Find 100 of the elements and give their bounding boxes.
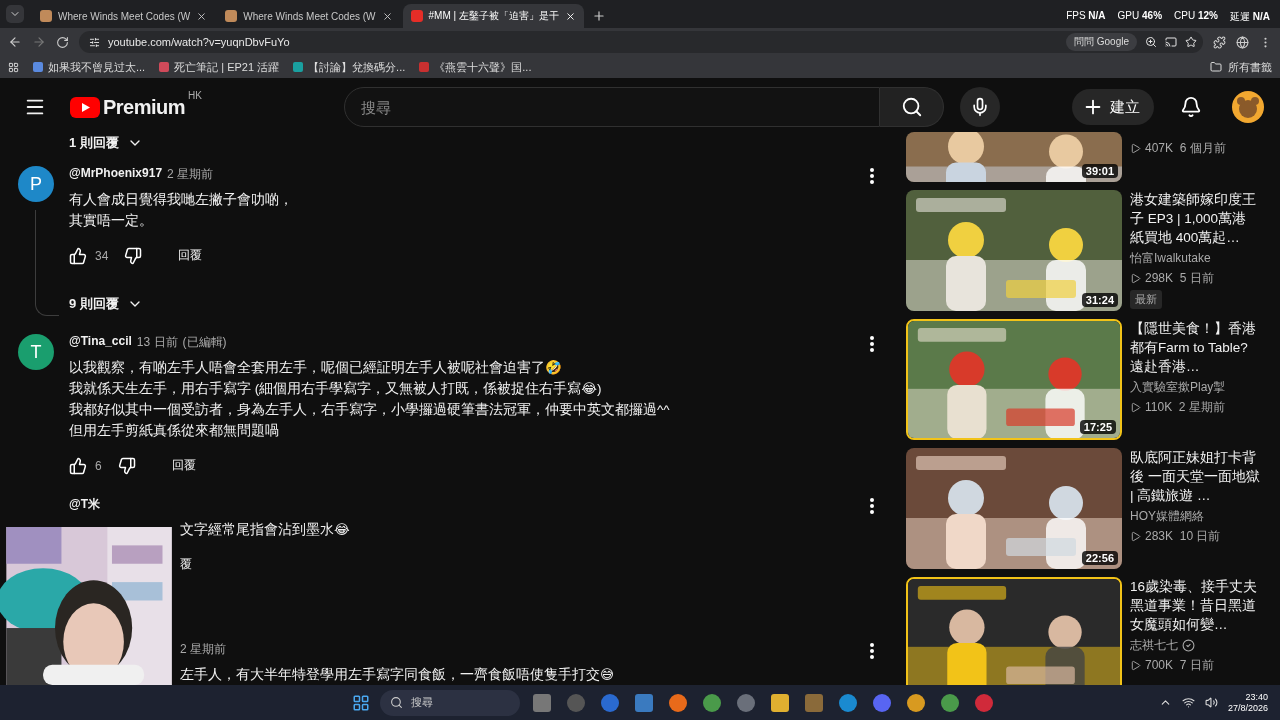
video-thumbnail[interactable]: 31:24	[906, 190, 1122, 311]
app-icon[interactable]	[873, 693, 891, 712]
bookmark-item[interactable]: 如果我不曾見过太...	[33, 59, 146, 75]
close-icon[interactable]	[196, 10, 208, 22]
app-icon[interactable]	[635, 693, 653, 712]
like-count: 34	[95, 248, 109, 263]
play-icon	[1130, 660, 1141, 671]
comment-text: 有人會成日覺得我哋左撇子會叻啲，	[69, 191, 294, 209]
user-avatar[interactable]	[1232, 91, 1264, 123]
app-icon[interactable]	[703, 693, 721, 712]
comment-text: 左手人，有大半年特登學用左手寫字同食飯，一齊食飯唔使隻手打交😅	[180, 666, 616, 684]
play-icon	[1130, 531, 1141, 542]
app-icon[interactable]	[771, 693, 789, 712]
extensions-icon[interactable]	[1213, 35, 1226, 49]
video-stats: 110K 2 星期前	[1145, 399, 1225, 416]
browser-tab[interactable]: #MM | 左鑿子被「迫害」是干	[402, 4, 584, 28]
reload-icon[interactable]	[56, 35, 69, 49]
comment-text: 以我觀察，有啲左手人唔會全套用左手，呢個已經証明左手人被呢社會迫害了🤣	[69, 359, 563, 377]
more-icon	[870, 643, 874, 659]
app-icon[interactable]	[907, 693, 925, 712]
start-icon[interactable]	[352, 693, 370, 712]
overlay-stat: CPU 12%	[1174, 10, 1218, 23]
overlay-stat: FPS N/A	[1066, 10, 1106, 23]
video-title[interactable]: 港女建築師嫁印度王子 EP3 | 1,000萬港紙買地 400萬起…	[1130, 190, 1260, 247]
create-button[interactable]: 建立	[1072, 89, 1154, 125]
bell-icon	[1180, 96, 1202, 118]
comment-text: 其實唔一定。	[69, 212, 154, 230]
like-icon[interactable]	[69, 456, 87, 475]
more-button[interactable]	[870, 168, 874, 184]
app-icon[interactable]	[533, 693, 551, 712]
app-icon[interactable]	[941, 693, 959, 712]
comment-text: 文字經常尾指會沾到墨水😂	[180, 521, 351, 539]
clock[interactable]: 23:40 27/8/2026	[1227, 691, 1268, 714]
cast-icon[interactable]	[1165, 36, 1177, 48]
channel-name[interactable]: 怡富Iwalkutake	[1130, 250, 1270, 267]
back-icon[interactable]	[8, 35, 22, 49]
app-icon[interactable]	[839, 693, 857, 712]
close-icon[interactable]	[564, 10, 576, 22]
more-icon	[870, 168, 874, 184]
bookmark-item[interactable]: 死亡筆記 | EP21 活躍	[159, 59, 280, 75]
all-bookmarks-item[interactable]: 所有書籤	[1228, 59, 1272, 75]
user-avatar: P	[18, 166, 54, 202]
video-title[interactable]: 臥底阿正妹姐打卡背後 一面天堂一面地獄 | 高鐵旅遊 …	[1130, 448, 1260, 505]
search-field[interactable]: 搜尋	[344, 87, 880, 127]
zoom-icon[interactable]	[1145, 36, 1157, 48]
dislike-icon[interactable]	[117, 456, 136, 475]
video-title[interactable]: 16歲染毒、接手丈夫黑道事業！昔日黑道女魔頭如何變…	[1130, 577, 1260, 634]
user-avatar: T	[18, 334, 54, 370]
more-button[interactable]	[870, 498, 874, 514]
play-icon	[1130, 402, 1141, 413]
search-icon	[900, 96, 923, 118]
tab-favicon-icon	[40, 10, 52, 22]
channel-name[interactable]: 入實驗室撳Play掣	[1130, 379, 1270, 396]
more-button[interactable]	[870, 643, 874, 659]
comment-author[interactable]: @MrPhoenix917	[69, 166, 163, 183]
browser-tab[interactable]: Where Winds Meet Codes (W	[32, 4, 216, 28]
comment-author[interactable]: @T米	[69, 496, 101, 513]
video-thumbnail[interactable]: 17:25	[906, 319, 1122, 440]
channel-name[interactable]: HOY媒體網絡	[1130, 508, 1270, 525]
video-thumbnail[interactable]: 39:01	[906, 132, 1122, 182]
taskbar-search[interactable]: 搜尋	[380, 689, 520, 716]
network-icon	[1181, 696, 1195, 709]
play-icon	[1130, 143, 1141, 154]
reply-button[interactable]: 覆	[180, 552, 192, 577]
replies-toggle[interactable]: 1 則回覆	[69, 132, 882, 154]
comment-author[interactable]: @Tina_ccil	[69, 334, 132, 351]
video-title[interactable]: 【隱世美食！】香港都有Farm to Table? 遠赴香港…	[1130, 319, 1260, 376]
tab-list-button[interactable]	[6, 5, 24, 23]
apps-icon[interactable]	[8, 61, 19, 73]
forward-icon[interactable]	[32, 35, 46, 49]
comment-time: 2 星期前	[167, 166, 214, 183]
reply-button[interactable]: 回覆	[170, 243, 211, 268]
like-icon[interactable]	[69, 246, 87, 265]
replies-toggle[interactable]: 9 則回覆	[69, 292, 882, 316]
comment-time: 13 日前	[136, 334, 178, 351]
globe-icon[interactable]	[1236, 35, 1249, 49]
new-tab-icon[interactable]	[591, 9, 606, 23]
reply-button[interactable]: 回覆	[163, 453, 204, 478]
app-icon[interactable]	[805, 693, 823, 712]
video-duration: 17:25	[1079, 420, 1116, 434]
address-bar[interactable]: youtube.com/watch?v=yuqnDbvFuYo 問問 Google	[79, 31, 1203, 53]
app-icon[interactable]	[669, 693, 687, 712]
ask-google-chip[interactable]: 問問 Google	[1065, 33, 1137, 51]
browser-tab[interactable]: Where Winds Meet Codes (W	[217, 4, 401, 28]
more-button[interactable]	[870, 336, 874, 352]
volume-icon[interactable]	[1204, 696, 1218, 709]
folder-icon	[1210, 61, 1222, 73]
channel-name[interactable]: 志祺七七	[1130, 637, 1270, 654]
close-icon[interactable]	[381, 10, 393, 22]
bookmark-item[interactable]: 【討論】兌換碼分...	[293, 59, 406, 75]
bookmark-star-icon[interactable]	[1185, 36, 1197, 48]
video-thumbnail[interactable]: 22:56	[906, 448, 1122, 569]
video-duration: 39:01	[1081, 164, 1118, 178]
mic-button[interactable]	[960, 87, 1000, 127]
search-button[interactable]	[880, 87, 944, 127]
bookmark-item[interactable]: 《燕雲十六聲》国...	[419, 59, 532, 75]
video-duration: 31:24	[1081, 293, 1118, 307]
comment-time: 2 星期前	[180, 641, 226, 658]
tab-favicon-icon	[410, 10, 423, 22]
dislike-icon[interactable]	[124, 246, 143, 265]
